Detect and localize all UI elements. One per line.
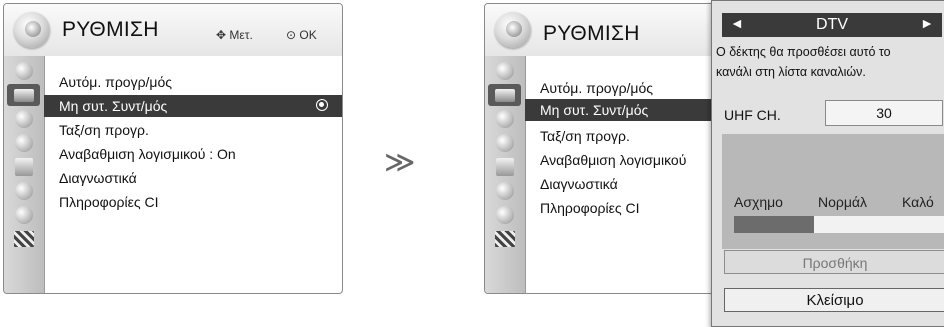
menu-title-2: ΡΥΘΜΙΣΗ — [543, 22, 640, 45]
channel-type-selector[interactable]: ◄ DTV ► — [722, 13, 942, 37]
move-hint: ✥ Μετ. — [216, 28, 253, 42]
add-button[interactable]: Προσθήκη — [724, 250, 944, 274]
clapperboard-icon[interactable] — [488, 228, 521, 250]
message-line-2: κανάλι στη λίστα καναλιών. — [716, 65, 866, 79]
menu-item-label: Μη συτ. Συντ/μός — [59, 98, 168, 114]
clock-icon[interactable] — [7, 132, 40, 154]
category-icon-column-2 — [485, 56, 526, 293]
speaker-icon[interactable] — [488, 108, 521, 130]
menu-header: ΡΥΘΜΙΣΗ ✥ Μετ. ⊙ OK — [4, 4, 342, 56]
globe-icon[interactable] — [7, 204, 40, 226]
menu-item-programme-edit[interactable]: Ταξ/ση προγρ. — [44, 119, 342, 141]
uhf-channel-input[interactable]: 30 — [825, 100, 943, 126]
settings-menu-panel: ΡΥΘΜΙΣΗ ✥ Μετ. ⊙ OK Αυτόμ. προγρ/μός Μη … — [3, 3, 343, 294]
padlock-icon[interactable] — [488, 180, 521, 202]
menu-title: ΡΥΘΜΙΣΗ — [62, 18, 159, 41]
right-arrow-icon[interactable]: ► — [920, 15, 934, 31]
signal-normal-label: Νορμάλ — [818, 194, 868, 210]
channel-type-value: DTV — [816, 16, 848, 33]
manual-tuning-popup: ◄ DTV ► Ο δέκτης θα προσθέσει αυτό το κα… — [711, 0, 944, 327]
satellite-dish-icon[interactable] — [488, 60, 521, 82]
padlock-icon[interactable] — [7, 180, 40, 202]
clock-icon[interactable] — [488, 132, 521, 154]
signal-strength-fill — [734, 216, 815, 233]
menu-item-diagnostics[interactable]: Διαγνωστικά — [44, 167, 342, 189]
lock-box-icon[interactable] — [7, 156, 40, 178]
signal-bad-label: Ασχημο — [734, 194, 783, 210]
satellite-dish-logo-icon — [14, 12, 50, 48]
lock-box-icon[interactable] — [488, 156, 521, 178]
satellite-dish-icon[interactable] — [7, 60, 40, 82]
menu-item-ci-info[interactable]: Πληροφορίες CI — [44, 191, 342, 213]
speaker-icon[interactable] — [7, 108, 40, 130]
category-icon-column — [4, 56, 45, 293]
radio-selected-icon — [316, 99, 328, 111]
ok-circle-icon: ⊙ — [286, 28, 297, 42]
close-button[interactable]: Κλείσιμο — [724, 288, 944, 312]
move-arrows-icon: ✥ — [216, 28, 227, 42]
uhf-channel-label: UHF CH. — [724, 107, 781, 123]
signal-strength-area: Ασχημο Νορμάλ Καλό — [722, 134, 944, 249]
clapperboard-icon[interactable] — [7, 228, 40, 250]
menu-item-auto-tuning[interactable]: Αυτόμ. προγρ/μός — [44, 71, 342, 93]
popup-message: Ο δέκτης θα προσθέσει αυτό το κανάλι στη… — [716, 42, 942, 82]
transition-arrow-icon: ≫ — [384, 146, 416, 179]
tv-icon[interactable] — [7, 84, 40, 106]
tv-icon[interactable] — [488, 84, 521, 106]
message-line-1: Ο δέκτης θα προσθέσει αυτό το — [716, 45, 891, 59]
signal-good-label: Καλό — [902, 194, 934, 210]
satellite-dish-logo-icon — [495, 12, 531, 48]
globe-icon[interactable] — [488, 204, 521, 226]
menu-item-manual-tuning[interactable]: Μη συτ. Συντ/μός — [44, 95, 342, 117]
menu-item-software-update[interactable]: Αναβαθμιση λογισμικού : On — [44, 143, 342, 165]
signal-strength-bar — [734, 216, 944, 233]
ok-hint: ⊙ OK — [286, 28, 317, 42]
